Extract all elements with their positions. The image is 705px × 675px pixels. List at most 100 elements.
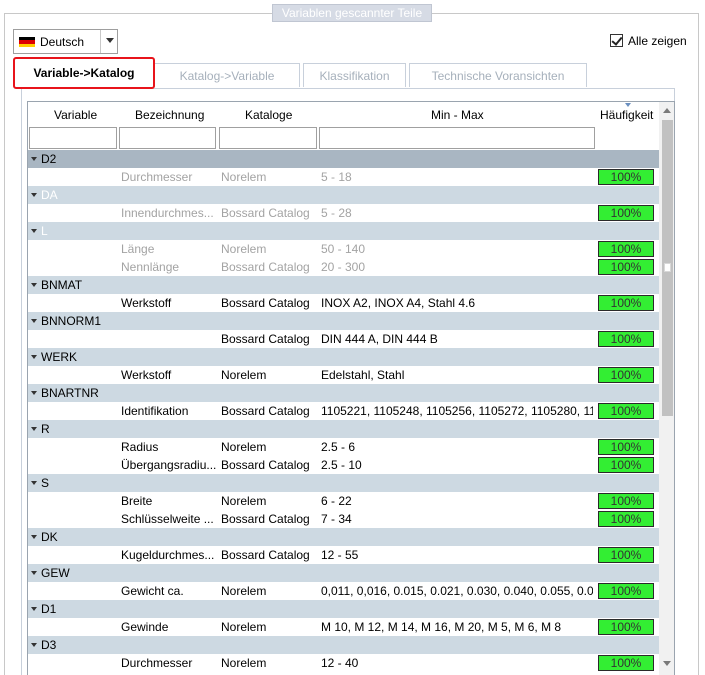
group-row-d3[interactable]: D3 <box>28 636 659 654</box>
group-name: L <box>41 224 48 238</box>
table-row[interactable]: Länge Norelem 50 - 140 100% <box>28 240 659 258</box>
group-name: WERK <box>41 350 77 364</box>
expand-triangle-icon[interactable] <box>31 319 37 323</box>
cell-kataloge: Bossard Catalog <box>221 404 310 418</box>
table-row[interactable]: Kugeldurchmes... Bossard Catalog 12 - 55 10… <box>28 546 659 564</box>
cell-kataloge: Bossard Catalog <box>221 260 310 274</box>
cell-bezeichnung: Übergangsradiu... <box>121 458 216 472</box>
expand-triangle-icon[interactable] <box>31 607 37 611</box>
group-row-bnmat[interactable]: BNMAT <box>28 276 659 294</box>
table-row[interactable]: Bossard Catalog DIN 444 A, DIN 444 B 100% <box>28 330 659 348</box>
filter-input-variable[interactable] <box>29 127 117 149</box>
cell-bezeichnung: Durchmesser <box>121 170 193 184</box>
cell-min-max: 0,011, 0,016, 0.015, 0.021, 0.030, 0.040… <box>321 584 593 598</box>
filter-input-kataloge[interactable] <box>219 127 317 149</box>
expand-triangle-icon[interactable] <box>31 391 37 395</box>
filter-input-bezeichnung[interactable] <box>119 127 216 149</box>
table-row[interactable]: Identifikation Bossard Catalog 1105221, 11… <box>28 402 659 420</box>
expand-triangle-icon[interactable] <box>31 193 37 197</box>
chevron-down-icon[interactable] <box>106 38 114 43</box>
cell-bezeichnung: Gewinde <box>121 620 169 634</box>
cell-bezeichnung: Länge <box>121 242 155 256</box>
scroll-up-icon[interactable] <box>663 108 671 113</box>
column-header-haeufigkeit[interactable]: Häufigkeit <box>600 108 653 122</box>
tab-variable-katalog[interactable]: Variable->Katalog <box>13 57 155 89</box>
expand-triangle-icon[interactable] <box>31 643 37 647</box>
cell-bezeichnung: Werkstoff <box>121 368 172 382</box>
group-row-l[interactable]: L <box>28 222 659 240</box>
expand-triangle-icon[interactable] <box>31 157 37 161</box>
table-row[interactable]: Werkstoff Bossard Catalog INOX A2, INOX A4… <box>28 294 659 312</box>
cell-bezeichnung: Gewicht ca. <box>121 584 184 598</box>
tab-klassifikation[interactable]: Klassifikation <box>303 63 406 87</box>
cell-min-max: INOX A2, INOX A4, Stahl 4.6 <box>321 296 476 310</box>
cell-bezeichnung: Werkstoff <box>121 296 172 310</box>
german-flag-icon <box>19 37 35 47</box>
tab-technische-voransichten[interactable]: Technische Voransichten <box>409 63 587 87</box>
frequency-bar: 100% <box>598 583 654 599</box>
show-all-checkbox[interactable] <box>610 34 623 47</box>
group-name: BNNORM1 <box>41 314 102 328</box>
cell-min-max: 12 - 55 <box>321 548 359 562</box>
table-row[interactable]: Durchmesser Norelem 5 - 18 100% <box>28 168 659 186</box>
frequency-bar: 100% <box>598 493 654 509</box>
group-row-bnnorm1[interactable]: BNNORM1 <box>28 312 659 330</box>
column-header-kataloge[interactable]: Kataloge <box>245 108 292 122</box>
cell-kataloge: Bossard Catalog <box>221 296 310 310</box>
scrollbar-thumb[interactable] <box>662 120 673 416</box>
filter-input-min-max[interactable] <box>319 127 595 149</box>
group-row-gew[interactable]: GEW <box>28 564 659 582</box>
cell-kataloge: Norelem <box>221 368 267 382</box>
table-row[interactable]: Nennlänge Bossard Catalog 20 - 300 100% <box>28 258 659 276</box>
group-name: DK <box>41 530 58 544</box>
expand-triangle-icon[interactable] <box>31 535 37 539</box>
group-row-da[interactable]: DA <box>28 186 659 204</box>
table-row[interactable]: Werkstoff Norelem Edelstahl, Stahl 100% <box>28 366 659 384</box>
frequency-bar: 100% <box>598 619 654 635</box>
scroll-down-icon[interactable] <box>663 661 671 666</box>
show-all-label[interactable]: Alle zeigen <box>628 34 687 48</box>
cell-min-max: Edelstahl, Stahl <box>321 368 405 382</box>
table-row[interactable]: Innendurchmes... Bossard Catalog 5 - 28 100… <box>28 204 659 222</box>
group-row-d1[interactable]: D1 <box>28 600 659 618</box>
expand-triangle-icon[interactable] <box>31 229 37 233</box>
grid-rows: D2 Durchmesser Norelem 5 - 18 100% DA Innendur… <box>28 150 659 672</box>
language-value: Deutsch <box>40 35 85 49</box>
language-dropdown[interactable]: Deutsch <box>13 29 118 54</box>
expand-triangle-icon[interactable] <box>31 481 37 485</box>
expand-triangle-icon[interactable] <box>31 283 37 287</box>
table-row[interactable]: Durchmesser Norelem 12 - 40 100% <box>28 654 659 672</box>
group-row-werk[interactable]: WERK <box>28 348 659 366</box>
group-row-r[interactable]: R <box>28 420 659 438</box>
expand-triangle-icon[interactable] <box>31 355 37 359</box>
group-row-bnartnr[interactable]: BNARTNR <box>28 384 659 402</box>
cell-min-max: 2.5 - 6 <box>321 440 356 454</box>
group-row-dk[interactable]: DK <box>28 528 659 546</box>
group-name: D1 <box>41 602 57 616</box>
column-header-bezeichnung[interactable]: Bezeichnung <box>135 108 204 122</box>
expand-triangle-icon[interactable] <box>31 571 37 575</box>
frequency-bar: 100% <box>598 331 654 347</box>
frequency-bar: 100% <box>598 367 654 383</box>
table-row[interactable]: Übergangsradiu... Bossard Catalog 2.5 - 10… <box>28 456 659 474</box>
group-name: GEW <box>41 566 70 580</box>
vertical-scrollbar[interactable] <box>659 102 674 675</box>
cell-kataloge: Bossard Catalog <box>221 548 310 562</box>
table-row[interactable]: Gewinde Norelem M 10, M 12, M 14, M 16, M … <box>28 618 659 636</box>
dropdown-separator <box>100 30 101 53</box>
table-row[interactable]: Schlüsselweite ... Bossard Catalog 7 - 34 1… <box>28 510 659 528</box>
cell-bezeichnung: Nennlänge <box>121 260 180 274</box>
cell-min-max: 12 - 40 <box>321 656 359 670</box>
tab-katalog-variable[interactable]: Katalog->Variable <box>154 63 300 87</box>
variables-grid: Variable Bezeichnung Kataloge Min - Max … <box>27 101 675 675</box>
column-header-min-max[interactable]: Min - Max <box>431 108 484 122</box>
expand-triangle-icon[interactable] <box>31 427 37 431</box>
cell-kataloge: Bossard Catalog <box>221 512 310 526</box>
table-row[interactable]: Breite Norelem 6 - 22 100% <box>28 492 659 510</box>
table-row[interactable]: Gewicht ca. Norelem 0,011, 0,016, 0.015, 0… <box>28 582 659 600</box>
group-row-d2[interactable]: D2 <box>28 150 659 168</box>
table-row[interactable]: Radius Norelem 2.5 - 6 100% <box>28 438 659 456</box>
column-header-variable[interactable]: Variable <box>54 108 97 122</box>
group-row-s[interactable]: S <box>28 474 659 492</box>
cell-bezeichnung: Identifikation <box>121 404 189 418</box>
